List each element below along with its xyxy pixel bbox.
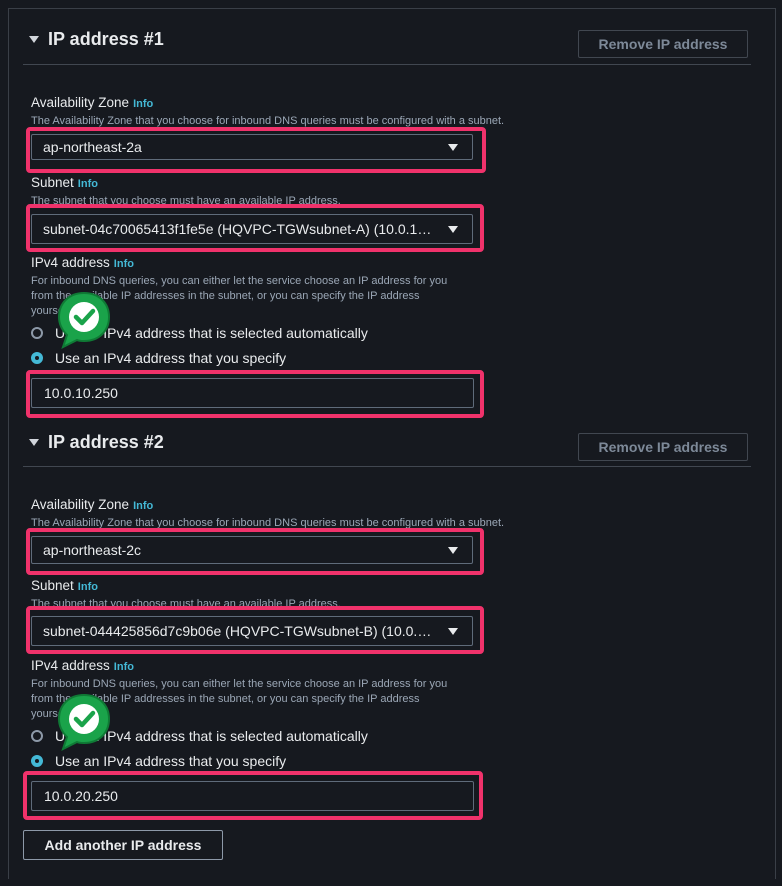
highlight-box	[26, 528, 484, 575]
ipv4-address-label: IPv4 address Info	[31, 658, 134, 673]
ipv4-address-label: IPv4 address Info	[31, 255, 134, 270]
highlight-box	[23, 771, 483, 820]
section-title: IP address #1	[48, 29, 164, 49]
radio-specify[interactable]	[31, 755, 43, 767]
availability-zone-label: Availability Zone Info	[31, 95, 154, 110]
info-link[interactable]: Info	[133, 98, 153, 110]
radio-specify-label: Use an IPv4 address that you specify	[55, 753, 287, 769]
availability-zone-label: Availability Zone Info	[31, 497, 154, 512]
add-another-ip-address-button[interactable]: Add another IP address	[23, 830, 223, 860]
info-link[interactable]: Info	[133, 500, 153, 512]
caret-down-icon[interactable]	[29, 36, 39, 43]
section-title: IP address #2	[48, 432, 164, 452]
info-link[interactable]: Info	[114, 661, 134, 673]
highlight-box	[26, 204, 484, 252]
info-link[interactable]: Info	[114, 258, 134, 270]
ip-addresses-panel: IP address #1 Remove IP address Availabi…	[8, 8, 776, 879]
checkmark-badge-icon	[57, 693, 111, 751]
highlight-box	[26, 127, 486, 173]
radio-specify[interactable]	[31, 352, 43, 364]
highlight-box	[26, 370, 484, 418]
subnet-label: Subnet Info	[31, 578, 98, 593]
section-divider	[23, 64, 751, 65]
caret-down-icon[interactable]	[29, 439, 39, 446]
highlight-box	[26, 606, 484, 654]
radio-auto[interactable]	[31, 730, 43, 742]
remove-ip-address-button[interactable]: Remove IP address	[578, 30, 748, 58]
radio-option-specify[interactable]: Use an IPv4 address that you specify	[31, 751, 286, 771]
subnet-label: Subnet Info	[31, 175, 98, 190]
radio-auto[interactable]	[31, 327, 43, 339]
section-divider	[23, 466, 751, 467]
checkmark-badge-icon	[57, 291, 111, 349]
remove-ip-address-button[interactable]: Remove IP address	[578, 433, 748, 461]
info-link[interactable]: Info	[78, 581, 98, 593]
info-link[interactable]: Info	[78, 178, 98, 190]
radio-option-specify[interactable]: Use an IPv4 address that you specify	[31, 348, 286, 368]
radio-specify-label: Use an IPv4 address that you specify	[55, 350, 287, 366]
